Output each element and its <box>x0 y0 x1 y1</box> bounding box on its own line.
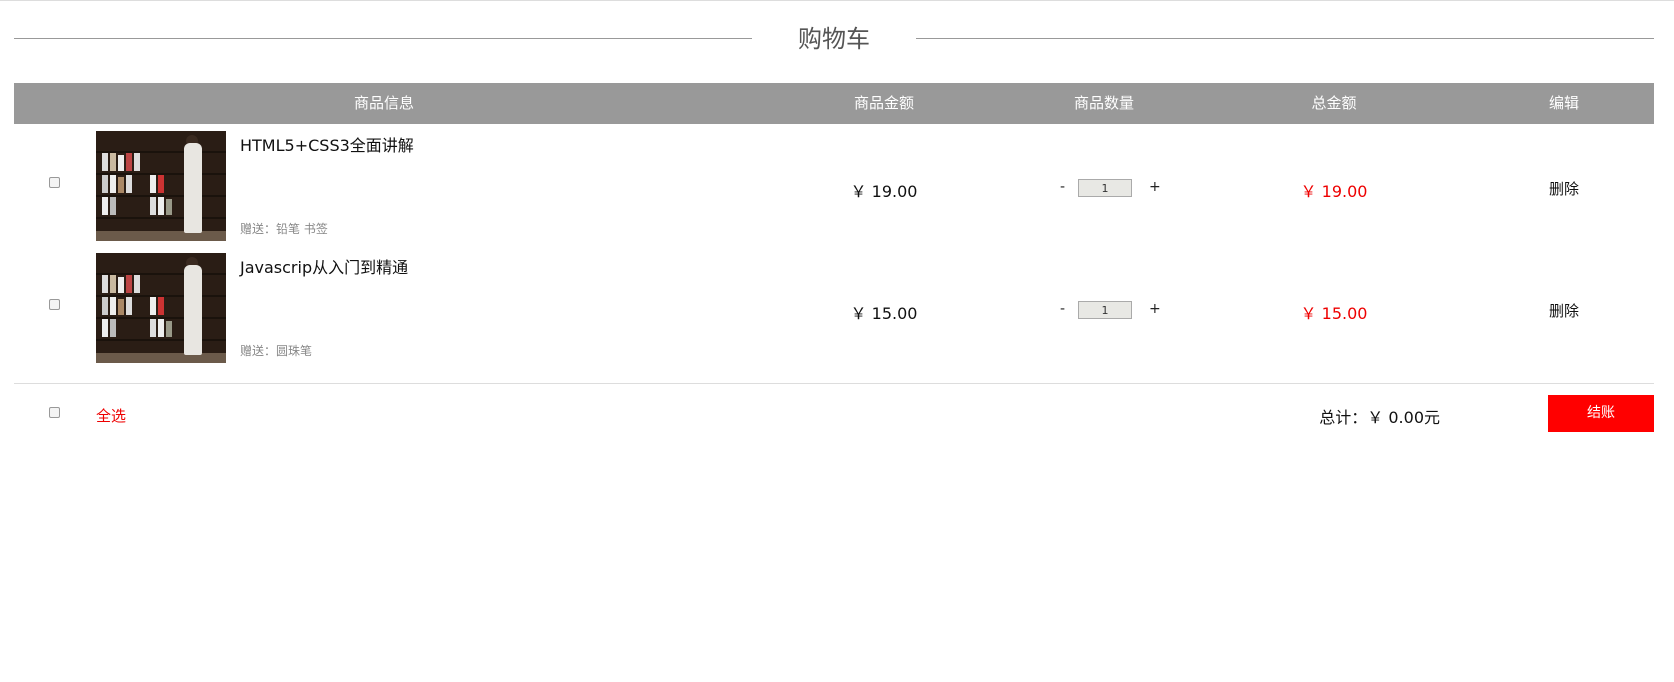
product-gift: 赠送：圆珠笔 <box>240 344 313 358</box>
quantity-stepper: - + <box>1044 179 1164 199</box>
item-checkbox[interactable] <box>49 177 60 188</box>
product-image <box>96 131 226 241</box>
delete-button[interactable]: 删除 <box>1434 178 1674 199</box>
delete-button[interactable]: 删除 <box>1434 300 1674 321</box>
column-header-total: 总金额 <box>1311 94 1357 112</box>
page-title: 购物车 <box>798 25 870 53</box>
table-header: 商品信息 商品金额 商品数量 总金额 编辑 <box>14 83 1654 124</box>
footer-divider <box>14 383 1654 384</box>
product-image <box>96 253 226 363</box>
line-total: ￥ 19.00 <box>1300 182 1368 201</box>
column-header-info: 商品信息 <box>353 94 414 112</box>
cart-total: 总计：￥ 0.00元 <box>1319 408 1440 427</box>
checkout-button[interactable]: 结账 <box>1548 395 1654 432</box>
title-divider-left <box>14 38 752 39</box>
item-checkbox[interactable] <box>49 299 60 310</box>
select-all-checkbox[interactable] <box>49 407 60 418</box>
table-row: Javascrip从入门到精通 赠送：圆珠笔 ￥ 15.00 - + ￥ 15.… <box>14 246 1654 368</box>
cart-title-bar: 购物车 <box>14 21 1654 57</box>
decrease-button[interactable]: - <box>1060 301 1065 317</box>
column-header-edit: 编辑 <box>1548 94 1579 112</box>
increase-button[interactable]: + <box>1149 301 1161 317</box>
cart-footer: 全选 总计：￥ 0.00元 结账 <box>14 395 1654 435</box>
unit-price: ￥ 19.00 <box>850 182 918 201</box>
unit-price: ￥ 15.00 <box>850 304 918 323</box>
line-total: ￥ 15.00 <box>1300 304 1368 323</box>
column-header-quantity: 商品数量 <box>1073 94 1134 112</box>
select-all-link[interactable]: 全选 <box>96 405 126 426</box>
table-row: HTML5+CSS3全面讲解 赠送：铅笔 书签 ￥ 19.00 - + ￥ 19… <box>14 124 1654 246</box>
product-name[interactable]: Javascrip从入门到精通 <box>240 254 408 278</box>
quantity-input[interactable] <box>1078 301 1132 319</box>
quantity-stepper: - + <box>1044 301 1164 321</box>
product-name[interactable]: HTML5+CSS3全面讲解 <box>240 132 414 156</box>
decrease-button[interactable]: - <box>1060 179 1065 195</box>
product-gift: 赠送：铅笔 书签 <box>240 222 328 236</box>
quantity-input[interactable] <box>1078 179 1132 197</box>
increase-button[interactable]: + <box>1149 179 1161 195</box>
title-divider-right <box>916 38 1654 39</box>
